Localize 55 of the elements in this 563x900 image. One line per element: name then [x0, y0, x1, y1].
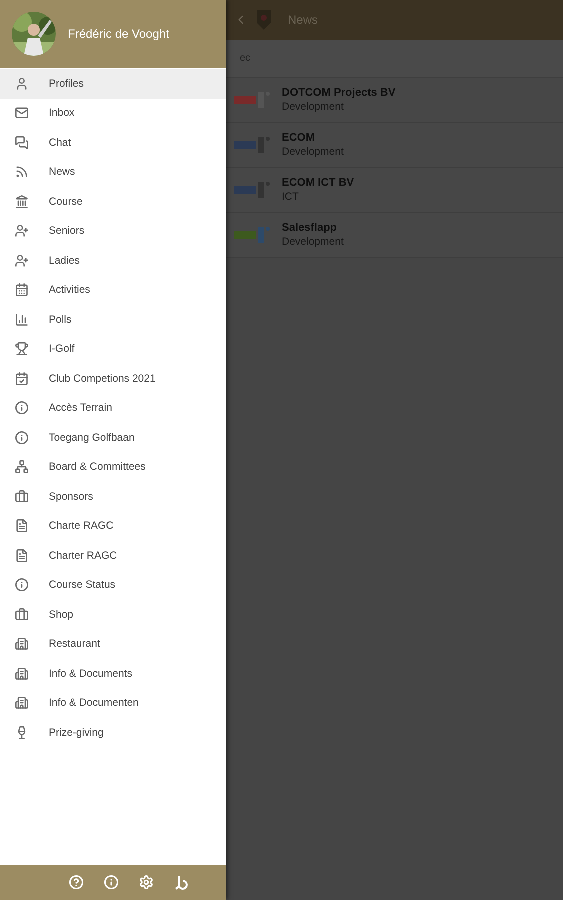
chat-icon: [15, 136, 29, 150]
menu-item[interactable]: Info & Documents: [0, 659, 226, 688]
menu-item[interactable]: Polls: [0, 305, 226, 334]
menu-item[interactable]: Charte RAGC: [0, 512, 226, 541]
bar-chart-icon: [15, 312, 29, 327]
menu-item[interactable]: Board & Committees: [0, 452, 226, 482]
menu-item[interactable]: Inbox: [0, 98, 226, 128]
menu-item[interactable]: Prize-giving: [0, 718, 226, 748]
menu-item[interactable]: News: [0, 158, 226, 187]
user-name: Frédéric de Vooght: [68, 26, 170, 43]
info-icon: [15, 578, 29, 592]
brand-icon[interactable]: [174, 874, 188, 890]
hierarchy-icon: [15, 460, 29, 474]
calendar-icon: [15, 372, 29, 386]
menu-item[interactable]: Charter RAGC: [0, 541, 226, 570]
calendar-icon: [15, 283, 29, 298]
mail-icon: [15, 106, 29, 120]
menu-item[interactable]: Club Competions 2021: [0, 364, 226, 394]
menu-item[interactable]: I-Golf: [0, 334, 226, 364]
menu-item[interactable]: Restaurant: [0, 630, 226, 659]
info-icon: [15, 430, 29, 445]
company-name: DOTCOM Projects BV: [282, 86, 396, 100]
company-name: ECOM: [282, 131, 316, 145]
settings-icon[interactable]: [138, 875, 154, 890]
person-add-icon: [15, 254, 29, 268]
info-icon: [15, 401, 29, 416]
menu-item[interactable]: Info & Documenten: [0, 688, 226, 718]
help-icon[interactable]: [68, 875, 84, 890]
info-icon[interactable]: [104, 875, 118, 890]
person-add-icon: [15, 224, 29, 238]
menu-item[interactable]: Toegang Golfbaan: [0, 423, 226, 452]
menu-item[interactable]: Course: [0, 187, 226, 216]
building-icon: [15, 194, 29, 209]
menu-item[interactable]: Chat: [0, 128, 226, 158]
document-icon: [15, 519, 29, 534]
document-icon: [15, 548, 29, 563]
briefcase-icon: [15, 490, 29, 504]
briefcase-icon: [15, 608, 29, 622]
menu-item[interactable]: Course Status: [0, 570, 226, 600]
building-icon: [15, 637, 29, 652]
menu-item[interactable]: Shop: [0, 600, 226, 630]
building-icon: [15, 666, 29, 681]
menu-item[interactable]: Profiles: [0, 69, 226, 98]
menu-item[interactable]: Ladies: [0, 246, 226, 276]
person-icon: [15, 76, 29, 91]
company-name: Salesflapp: [282, 221, 338, 235]
company-name: ECOM ICT BV: [282, 176, 354, 190]
menu-item[interactable]: Seniors: [0, 216, 226, 246]
building-icon: [15, 696, 29, 710]
menu-item[interactable]: Sponsors: [0, 482, 226, 512]
crest-icon: [256, 9, 272, 31]
rss-icon: [15, 165, 29, 180]
trophy-icon: [15, 342, 29, 356]
menu-item[interactable]: Accès Terrain: [0, 394, 226, 423]
menu-item[interactable]: Activities: [0, 276, 226, 305]
